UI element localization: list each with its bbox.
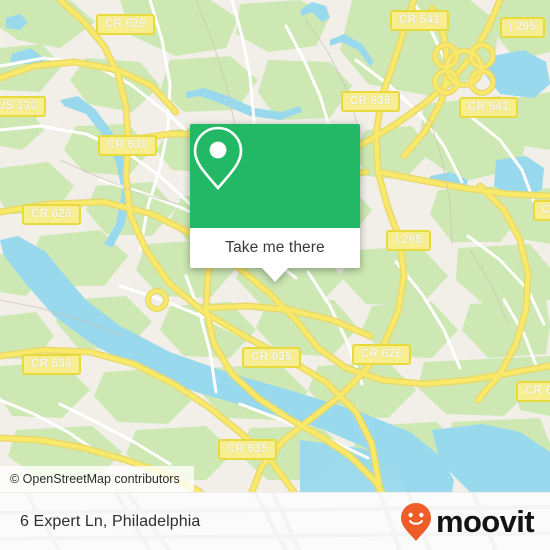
footer-bar: 6 Expert Ln, Philadelphia moovit bbox=[0, 492, 550, 550]
road-shield: US 130 bbox=[0, 96, 47, 117]
road-shield: CR 541 bbox=[390, 10, 449, 31]
road-shield: CR 635 bbox=[242, 347, 301, 368]
take-me-there-label: Take me there bbox=[225, 239, 325, 256]
road-shield: CR 635 bbox=[341, 91, 400, 112]
attribution-text: © OpenStreetMap contributors bbox=[10, 472, 180, 486]
road-shield: CR 62 bbox=[533, 200, 550, 221]
road-shield: CR 541 bbox=[459, 97, 518, 118]
road-shield: CR 626 bbox=[352, 344, 411, 365]
road-shield: CR 629 bbox=[96, 14, 155, 35]
road-shield: I 295 bbox=[500, 17, 546, 38]
location-popup-card[interactable]: Take me there bbox=[190, 124, 360, 282]
road-shield: CR 635 bbox=[218, 439, 277, 460]
road-shield: I 295 bbox=[386, 230, 432, 251]
moovit-brand: moovit bbox=[399, 502, 535, 542]
take-me-there-button[interactable]: Take me there bbox=[190, 228, 360, 268]
moovit-smiley-pin-icon bbox=[400, 502, 431, 541]
map-pin-icon bbox=[193, 126, 243, 191]
popup-header bbox=[190, 124, 360, 228]
address-label: 6 Expert Ln, Philadelphia bbox=[20, 512, 201, 530]
road-shield: CR 630 bbox=[98, 135, 157, 156]
moovit-map-screen: CR 629 CR 541 I 295 US 130 CR 635 CR 541… bbox=[0, 0, 550, 550]
map-canvas[interactable]: CR 629 CR 541 I 295 US 130 CR 635 CR 541… bbox=[0, 0, 550, 492]
moovit-wordmark: moovit bbox=[435, 504, 535, 539]
popup-pointer-tail bbox=[262, 268, 288, 282]
road-shield: CR 636 bbox=[22, 354, 81, 375]
road-shield: CR 626 bbox=[516, 381, 550, 402]
road-shield: CR 626 bbox=[22, 204, 81, 225]
map-attribution[interactable]: © OpenStreetMap contributors bbox=[0, 466, 194, 492]
